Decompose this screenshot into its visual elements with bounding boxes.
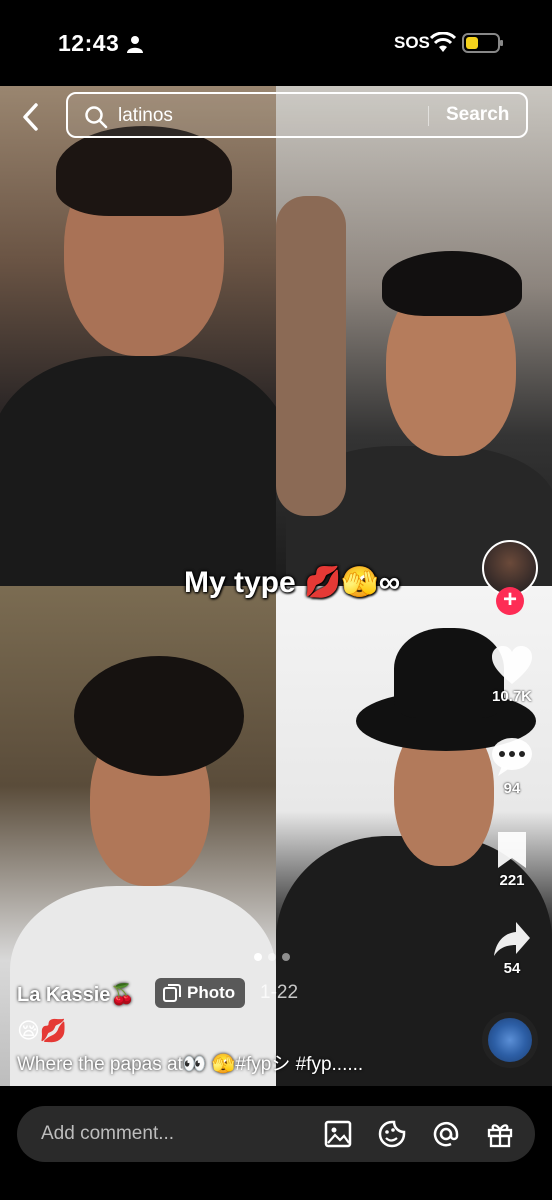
comment-count: 94 <box>503 780 521 797</box>
tattooed-arm-shape <box>276 196 346 516</box>
photo-tile-3 <box>0 586 276 1086</box>
comment-bar: Add comment... <box>0 1086 552 1200</box>
person-icon <box>127 36 143 53</box>
status-bar: 12:43 SOS <box>0 0 552 86</box>
wifi-icon <box>430 32 456 52</box>
carousel-dots <box>254 948 296 966</box>
hair-shape <box>74 656 244 776</box>
search-button[interactable]: Search <box>446 104 509 126</box>
search-icon <box>85 106 108 129</box>
post-date: 1-22 <box>260 982 299 1003</box>
photo-tile-1 <box>0 86 276 586</box>
photo-overlay-text: My type 💋🫣∞ <box>184 566 401 599</box>
like-action[interactable]: 10.7K <box>482 644 542 705</box>
photo-badge: Photo <box>155 978 246 1008</box>
hair-shape <box>382 251 522 316</box>
back-arrow-icon[interactable] <box>16 100 46 134</box>
photo-badge-label: Photo <box>187 983 236 1002</box>
photo-stack-icon <box>163 984 181 1002</box>
music-disc-icon[interactable] <box>482 1012 538 1068</box>
sos-label: SOS <box>394 33 430 52</box>
gift-icon[interactable] <box>485 1119 515 1149</box>
battery-icon <box>462 33 503 53</box>
shirt-shape <box>0 356 276 586</box>
carousel-dot <box>282 953 290 961</box>
post-caption[interactable]: Where the papas at👀 🫣#fypシ #fyp...... <box>17 1049 363 1076</box>
save-action[interactable]: 221 <box>482 830 542 889</box>
bookmark-icon <box>498 832 526 868</box>
save-count: 221 <box>499 872 525 889</box>
comment-placeholder: Add comment... <box>41 1123 175 1144</box>
comment-bubble-icon <box>492 738 532 776</box>
comment-input[interactable]: Add comment... <box>17 1106 535 1162</box>
search-bar[interactable]: latinos Search <box>66 92 528 138</box>
post-emojis: 😪💋 <box>17 1018 68 1043</box>
image-icon[interactable] <box>323 1119 353 1149</box>
share-arrow-icon <box>494 922 530 956</box>
follow-button[interactable]: + <box>496 587 524 615</box>
status-time: 12:43 <box>58 30 120 56</box>
search-divider <box>428 106 429 126</box>
comment-action[interactable]: 94 <box>482 736 542 797</box>
mention-icon[interactable] <box>431 1119 461 1149</box>
share-action[interactable]: 54 <box>482 920 542 977</box>
share-count: 54 <box>503 960 521 977</box>
carousel-dot <box>268 953 276 961</box>
search-input[interactable]: latinos <box>118 105 173 127</box>
hair-shape <box>56 126 232 216</box>
photo-tile-2 <box>276 86 552 586</box>
emoji-sticker-icon[interactable] <box>377 1119 407 1149</box>
carousel-dot-active <box>254 953 262 961</box>
creator-username[interactable]: La Kassie🍒 <box>17 982 135 1007</box>
like-count: 10.7K <box>491 688 533 705</box>
heart-icon <box>492 646 532 684</box>
